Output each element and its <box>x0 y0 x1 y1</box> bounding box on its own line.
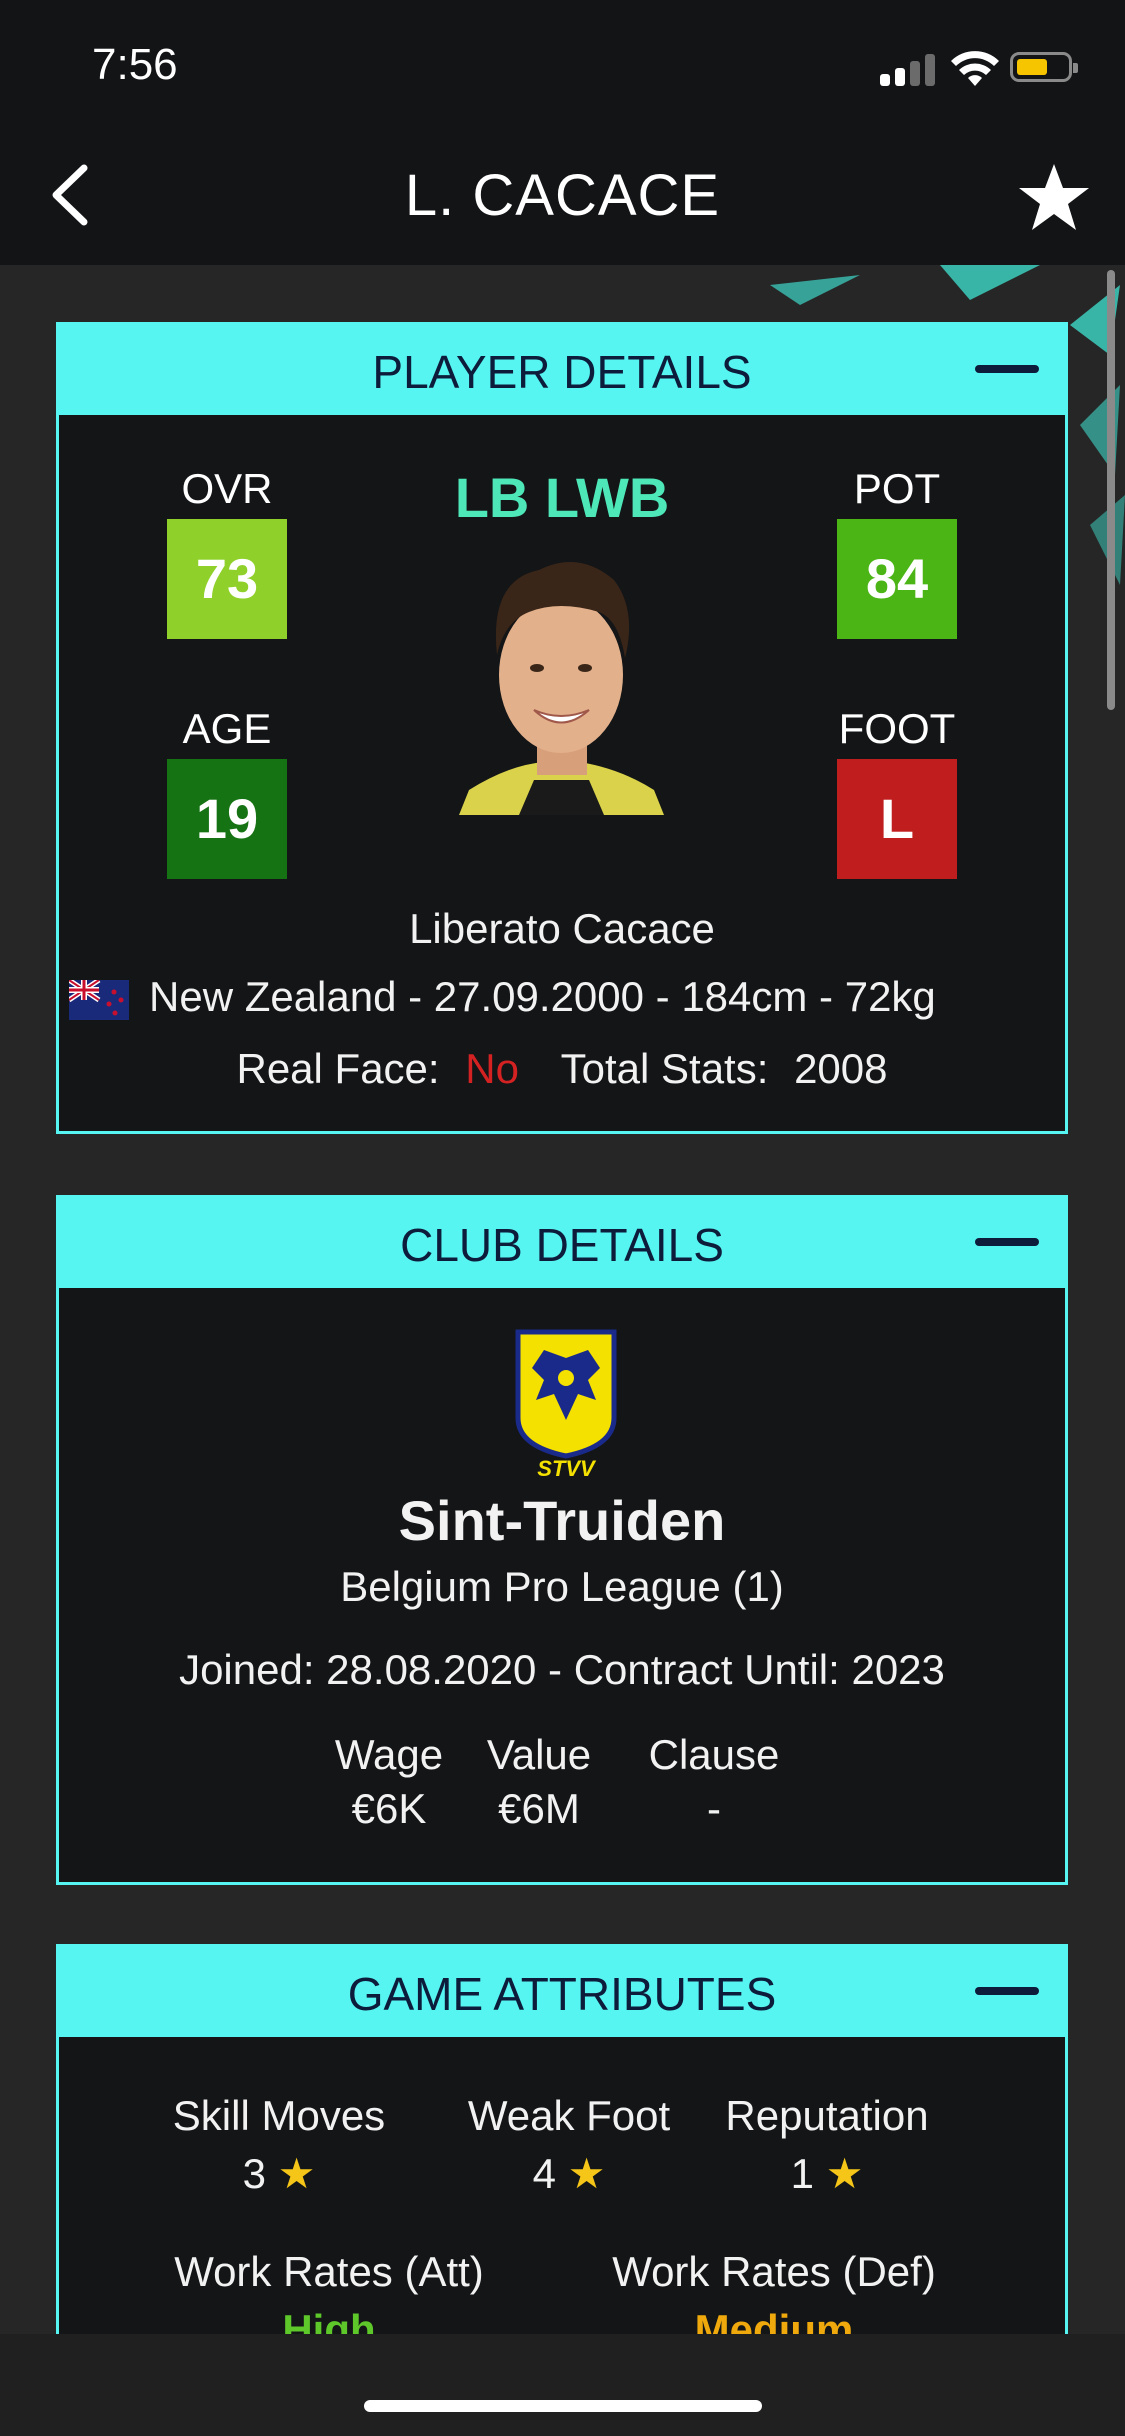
value-value: €6M <box>498 1785 580 1832</box>
weak-foot-label: Weak Foot <box>467 2092 671 2139</box>
player-portrait <box>459 562 664 815</box>
real-face-value: No <box>465 1045 519 1092</box>
age-label: AGE <box>182 705 272 752</box>
reputation-value: 1 <box>790 2150 815 2197</box>
skill-moves-rating: 3 ★ <box>169 2145 389 2203</box>
player-details-panel: PLAYER DETAILS OVR 73 POT 84 AGE 19 FOOT… <box>56 322 1068 1134</box>
star-icon: ★ <box>277 2150 316 2197</box>
ovr-value: 73 <box>167 519 287 639</box>
club-details-header[interactable]: CLUB DETAILS <box>59 1198 1065 1288</box>
club-name[interactable]: Sint-Truiden <box>59 1488 1065 1553</box>
nav-bar: L. CACACE <box>0 130 1125 265</box>
wifi-icon <box>951 51 999 86</box>
reputation-rating: 1 ★ <box>707 2145 947 2203</box>
pot-value: 84 <box>837 519 957 639</box>
weak-foot-column: Weak Foot 4 ★ <box>454 2087 684 2203</box>
weak-foot-rating: 4 ★ <box>454 2145 684 2203</box>
bio-text: New Zealand - 27.09.2000 - 184cm - 72kg <box>149 973 936 1020</box>
star-icon: ★ <box>567 2150 606 2197</box>
bottom-safe-area <box>0 2334 1125 2436</box>
club-details-panel: CLUB DETAILS STVV Sint-Truiden Belgium P… <box>56 1195 1068 1885</box>
club-logo-text: STVV <box>537 1456 597 1478</box>
status-time: 7:56 <box>92 40 178 89</box>
skill-moves-value: 3 <box>242 2150 267 2197</box>
home-indicator[interactable] <box>364 2400 762 2412</box>
weak-foot-value: 4 <box>532 2150 557 2197</box>
player-positions: LB LWB <box>454 466 670 529</box>
panel-title: PLAYER DETAILS <box>372 346 752 398</box>
work-rate-att-label: Work Rates (Att) <box>174 2248 484 2295</box>
panel-title: GAME ATTRIBUTES <box>347 1968 777 2020</box>
league-name[interactable]: Belgium Pro League (1) <box>59 1563 1065 1611</box>
total-stats-label: Total Stats: <box>560 1045 769 1092</box>
value-label: Value <box>486 1731 592 1778</box>
collapse-icon[interactable] <box>975 1238 1039 1246</box>
game-attributes-header[interactable]: GAME ATTRIBUTES <box>59 1947 1065 2037</box>
wage-column: Wage €6K <box>319 1728 459 1836</box>
reputation-label: Reputation <box>725 2092 929 2139</box>
collapse-icon[interactable] <box>975 1987 1039 1995</box>
player-details-header[interactable]: PLAYER DETAILS <box>59 325 1065 415</box>
wage-value: €6K <box>351 1785 427 1832</box>
star-icon: ★ <box>825 2150 864 2197</box>
scrollbar[interactable] <box>1107 270 1115 710</box>
clause-column: Clause - <box>634 1728 794 1836</box>
game-attributes-panel: GAME ATTRIBUTES Skill Moves 3 ★ Weak Foo… <box>56 1944 1068 2353</box>
skill-moves-column: Skill Moves 3 ★ <box>169 2087 389 2203</box>
status-bar: 7:56 <box>0 0 1125 130</box>
clause-label: Clause <box>648 1731 780 1778</box>
wage-label: Wage <box>334 1731 444 1778</box>
clause-value: - <box>707 1785 721 1832</box>
work-rate-def-label: Work Rates (Def) <box>612 2248 936 2295</box>
foot-label: FOOT <box>838 705 956 752</box>
player-bio: New Zealand - 27.09.2000 - 184cm - 72kg <box>69 973 936 1021</box>
skill-moves-label: Skill Moves <box>172 2092 386 2139</box>
total-stats-value: 2008 <box>794 1045 888 1092</box>
value-column: Value €6M <box>469 1728 609 1836</box>
club-logo[interactable]: STVV <box>514 1328 618 1478</box>
page-title: L. CACACE <box>404 163 721 228</box>
real-face-line: Real Face: No Total Stats: 2008 <box>59 1045 1065 1093</box>
contract-info: Joined: 28.08.2020 - Contract Until: 202… <box>179 1646 945 1693</box>
favorite-star-icon[interactable] <box>1017 160 1091 234</box>
real-face-label: Real Face: <box>236 1045 440 1092</box>
collapse-icon[interactable] <box>975 365 1039 373</box>
player-full-name: Liberato Cacace <box>409 905 715 952</box>
reputation-column: Reputation 1 ★ <box>707 2087 947 2203</box>
signal-icon <box>880 52 936 86</box>
age-value: 19 <box>167 759 287 879</box>
battery-icon <box>1010 52 1078 82</box>
foot-value: L <box>837 759 957 879</box>
new-zealand-flag-icon <box>69 979 129 1020</box>
panel-title: CLUB DETAILS <box>400 1219 724 1271</box>
